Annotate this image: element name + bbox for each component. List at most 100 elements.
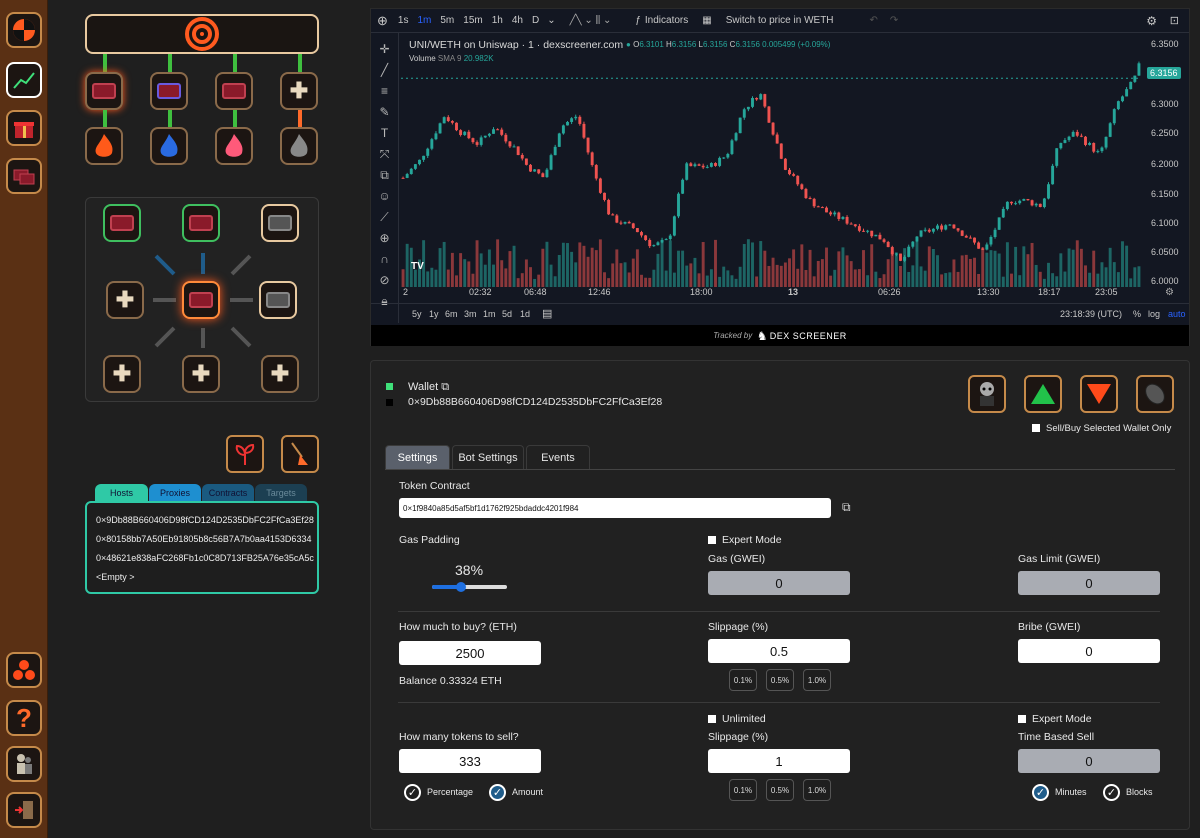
amount-toggle[interactable]: ✓ Amount — [489, 784, 543, 801]
gas-input[interactable]: 0 — [708, 571, 850, 595]
sell-expert-mode-checkbox[interactable]: Expert Mode — [1018, 713, 1092, 725]
list-item[interactable]: 0×9Db88B660406D98fCD124D2535DbFC2FfCa3Ef… — [96, 515, 314, 534]
undo-icon[interactable]: ↶ — [870, 15, 878, 26]
auto-toggle[interactable]: auto — [1168, 309, 1186, 319]
price-chart[interactable]: ⊕ 1s 1m 5m 15m 1h 4h D ⌄ ╱╲ ⌄ ⫼ ⌄ ƒ Indi… — [370, 8, 1190, 346]
buy-arrow-icon[interactable] — [1024, 375, 1062, 413]
percent-toggle[interactable]: % — [1133, 309, 1141, 319]
switch-price-button[interactable]: Switch to price in WETH — [726, 15, 834, 26]
tab-contracts[interactable]: Contracts — [202, 484, 254, 501]
plant-icon[interactable] — [226, 435, 264, 473]
net-wallet-1[interactable] — [103, 204, 141, 242]
wallet-slot-2[interactable] — [150, 72, 188, 110]
range-1y[interactable]: 1y — [429, 309, 439, 319]
sell-arrow-icon[interactable] — [1080, 375, 1118, 413]
buy-slippage-input[interactable]: 0.5 — [708, 639, 850, 663]
wallet-slot-3[interactable] — [215, 72, 253, 110]
gas-limit-input[interactable]: 0 — [1018, 571, 1160, 595]
fire-pink-icon[interactable] — [215, 127, 253, 165]
tf-4h[interactable]: 4h — [512, 15, 523, 26]
tab-bot-settings[interactable]: Bot Settings — [452, 445, 524, 469]
tab-proxies[interactable]: Proxies — [149, 484, 201, 501]
broom-icon[interactable] — [281, 435, 319, 473]
net-add-bc[interactable]: ✚ — [182, 355, 220, 393]
list-item[interactable]: 0×48621e838aFC268Fb1c0C8D713FB25A76e35cA… — [96, 553, 314, 572]
settings-icon[interactable]: ⚙ — [1146, 14, 1157, 28]
expert-mode-checkbox[interactable]: Expert Mode — [708, 534, 782, 546]
fire-gray-icon[interactable] — [280, 127, 318, 165]
logo-icon[interactable] — [6, 12, 42, 48]
range-6m[interactable]: 6m — [445, 309, 458, 319]
tab-hosts[interactable]: Hosts — [95, 484, 148, 501]
target-button[interactable] — [85, 14, 319, 54]
slippage-chip[interactable]: 0.1% — [729, 779, 757, 801]
net-wallet-3[interactable] — [261, 204, 299, 242]
calendar-icon[interactable]: ▤ — [542, 307, 552, 320]
chart-icon[interactable] — [6, 62, 42, 98]
range-1d[interactable]: 1d — [520, 309, 530, 319]
camera-icon[interactable]: ⊡ — [1170, 14, 1179, 27]
fire-group-icon[interactable] — [6, 652, 42, 688]
slippage-chip[interactable]: 1.0% — [803, 779, 831, 801]
bot-icon[interactable] — [968, 375, 1006, 413]
axis-settings-icon[interactable]: ⚙ — [1165, 287, 1174, 298]
add-wallet-slot[interactable]: ✚ — [280, 72, 318, 110]
slippage-chip[interactable]: 1.0% — [803, 669, 831, 691]
tf-15m[interactable]: 15m — [463, 15, 482, 26]
range-3m[interactable]: 3m — [464, 309, 477, 319]
net-wallet-2[interactable] — [182, 204, 220, 242]
tab-targets[interactable]: Targets — [255, 484, 307, 501]
external-link-icon[interactable]: ⧉ — [441, 381, 449, 393]
net-wallet-right[interactable] — [259, 281, 297, 319]
tracked-footer[interactable]: Tracked by ♞ DEX SCREENER — [371, 325, 1189, 346]
list-item[interactable]: 0×80158bb7A50Eb91805b8c56B7A7b0aa4153D63… — [96, 534, 311, 553]
net-add-br[interactable]: ✚ — [261, 355, 299, 393]
gift-icon[interactable] — [6, 110, 42, 146]
tf-1m[interactable]: 1m — [417, 15, 431, 26]
tf-1h[interactable]: 1h — [492, 15, 503, 26]
indicators-button[interactable]: Indicators — [645, 15, 688, 26]
slippage-chip[interactable]: 0.1% — [729, 669, 757, 691]
chart-type-icon[interactable]: ╱╲ ⌄ ⫼ ⌄ — [570, 15, 612, 26]
slippage-chip[interactable]: 0.5% — [766, 779, 794, 801]
fire-blue-icon[interactable] — [150, 127, 188, 165]
net-add-left[interactable]: ✚ — [106, 281, 144, 319]
exit-icon[interactable] — [6, 792, 42, 828]
candlestick-plot[interactable] — [401, 35, 1141, 287]
wallets-icon[interactable] — [6, 158, 42, 194]
list-item[interactable]: <Empty > — [96, 572, 309, 591]
net-center-wallet[interactable] — [182, 281, 220, 319]
net-add-bl[interactable]: ✚ — [103, 355, 141, 393]
bribe-input[interactable]: 0 — [1018, 639, 1160, 663]
range-1m[interactable]: 1m — [483, 309, 496, 319]
selected-only-checkbox[interactable]: Sell/Buy Selected Wallet Only — [1032, 423, 1171, 434]
blocks-toggle[interactable]: ✓ Blocks — [1103, 784, 1153, 801]
minutes-toggle[interactable]: ✓ Minutes — [1032, 784, 1087, 801]
tab-events[interactable]: Events — [526, 445, 590, 469]
drawing-tools[interactable]: ✛ ╱ ≡ ✎ T ⤧ ⧉ ☺ ⟋ ⊕ ∩ ⊘ 🔒︎ — [371, 33, 399, 323]
layout-icon[interactable]: ▦ — [702, 15, 711, 26]
external-link-icon[interactable]: ⧉ — [842, 500, 851, 515]
time-sell-input[interactable]: 0 — [1018, 749, 1160, 773]
tf-5m[interactable]: 5m — [440, 15, 454, 26]
users-icon[interactable] — [6, 746, 42, 782]
sell-slippage-input[interactable]: 1 — [708, 749, 850, 773]
tf-1s[interactable]: 1s — [398, 15, 409, 26]
buy-amount-input[interactable]: 2500 — [399, 641, 541, 665]
fire-orange-icon[interactable] — [85, 127, 123, 165]
tab-settings[interactable]: Settings — [385, 445, 450, 469]
range-5d[interactable]: 5d — [502, 309, 512, 319]
percentage-toggle[interactable]: ✓ Percentage — [404, 784, 473, 801]
redo-icon[interactable]: ↷ — [890, 15, 898, 26]
gas-padding-slider[interactable] — [432, 582, 507, 592]
unlimited-checkbox[interactable]: Unlimited — [708, 713, 766, 725]
log-toggle[interactable]: log — [1148, 309, 1160, 319]
add-icon[interactable]: ⊕ — [377, 13, 388, 29]
wallet-slot-1[interactable] — [85, 72, 123, 110]
slippage-chip[interactable]: 0.5% — [766, 669, 794, 691]
tradingview-logo-icon[interactable]: TV — [411, 261, 424, 272]
chevron-down-icon[interactable]: ⌄ — [547, 15, 555, 26]
help-icon[interactable]: ? — [6, 700, 42, 736]
range-5y[interactable]: 5y — [412, 309, 422, 319]
sell-amount-input[interactable]: 333 — [399, 749, 541, 773]
